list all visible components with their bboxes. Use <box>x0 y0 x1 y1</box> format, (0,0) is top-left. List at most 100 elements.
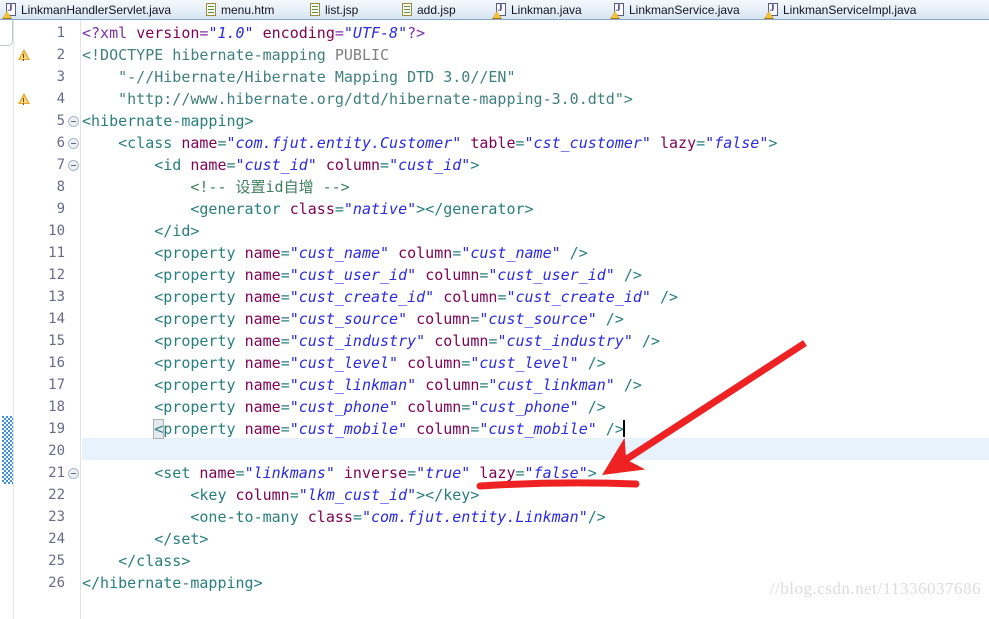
editor-tab[interactable]: menu.htm <box>200 0 284 19</box>
editor-tab-label: LinkmanHandlerServlet.java <box>21 2 172 17</box>
editor-tab[interactable]: J LinkmanService.java <box>608 0 750 19</box>
java-file-warning-icon: J <box>2 2 18 19</box>
warning-marker-icon[interactable] <box>17 92 31 106</box>
java-file-warning-icon: J <box>610 2 626 19</box>
code-token: "cst_customer" <box>524 134 651 152</box>
code-line[interactable]: <key column="lkm_cust_id"></key> <box>82 484 479 506</box>
line-number: 14 <box>48 311 65 327</box>
code-token: column <box>416 310 471 328</box>
editor-tab-label: Linkman.java <box>511 2 582 17</box>
code-line[interactable]: <?xml version="1.0" encoding="UTF-8"?> <box>82 22 425 44</box>
code-token: = <box>696 134 706 152</box>
code-line[interactable]: </class> <box>82 550 190 572</box>
editor-tab[interactable]: J LinkmanHandlerServlet.java <box>0 0 181 19</box>
line-number: 11 <box>48 245 65 261</box>
fold-collapse-icon[interactable] <box>68 138 79 149</box>
code-line[interactable]: <property name="cust_create_id" column="… <box>82 286 678 308</box>
line-number: 4 <box>56 91 65 107</box>
folding-column[interactable] <box>67 20 81 619</box>
code-token: </set> <box>82 530 209 548</box>
code-line[interactable]: <property name="cust_user_id" column="cu… <box>82 264 642 286</box>
line-number: 1 <box>56 25 65 41</box>
code-token: </hibernate-mapping> <box>82 574 263 592</box>
editor-tab[interactable]: J Linkman.java <box>490 0 592 19</box>
code-token: <property <box>82 310 245 328</box>
code-token: version <box>136 24 200 42</box>
xml-editor[interactable]: 1 2 3 4 5 6 7 8 9 10 11 12 13 14 15 16 17 18 19 20 21 22 23 24 2… <box>0 20 989 619</box>
code-line[interactable]: <class name="com.fjut.entity.Customer" t… <box>82 132 777 154</box>
editor-tab[interactable]: J LinkmanServiceImpl.java <box>762 0 926 19</box>
eclipse-editor-window: J LinkmanHandlerServlet.java menu.htm list.… <box>0 0 989 619</box>
code-line[interactable]: <id name="cust_id" column="cust_id"> <box>82 154 479 176</box>
code-token: "cust_user_id" <box>289 266 417 284</box>
code-token: <property <box>82 288 245 306</box>
code-line[interactable]: "http://www.hibernate.org/dtd/hibernate-… <box>82 88 633 110</box>
code-token: = <box>280 354 290 372</box>
line-number: 20 <box>48 443 65 459</box>
code-line[interactable]: </set> <box>82 528 208 550</box>
code-token: table <box>470 134 516 152</box>
code-line[interactable]: </hibernate-mapping> <box>82 572 263 594</box>
code-line[interactable]: <property name="cust_level" column="cust… <box>82 352 606 374</box>
code-token: <class <box>82 134 182 152</box>
code-text-area[interactable]: <?xml version="1.0" encoding="UTF-8"?> <!… <box>82 20 989 619</box>
code-line[interactable]: "-//Hibernate/Hibernate Mapping DTD 3.0/… <box>82 66 515 88</box>
code-line[interactable]: <property name="cust_mobile" column="cus… <box>82 418 625 440</box>
code-token: "cust_source" <box>289 310 408 328</box>
code-token: "cust_level" <box>289 354 399 372</box>
editor-tab-label: LinkmanService.java <box>629 2 740 17</box>
code-token: "lkm_cust_id" <box>298 486 417 504</box>
fold-collapse-icon[interactable] <box>68 160 79 171</box>
code-token: = <box>280 376 290 394</box>
editor-tab[interactable]: list.jsp <box>304 0 368 19</box>
change-bar-column <box>0 20 14 619</box>
code-line[interactable]: </id> <box>82 220 199 242</box>
line-number: 22 <box>48 487 65 503</box>
code-token: = <box>280 420 290 438</box>
code-token: "cust_mobile" <box>289 420 408 438</box>
line-number: 21 <box>48 465 65 481</box>
marker-column[interactable] <box>15 20 33 619</box>
code-token: "cust_level" <box>470 354 579 372</box>
code-line[interactable]: <property name="cust_source" column="cus… <box>82 308 624 330</box>
code-line[interactable]: <property name="cust_industry" column="c… <box>82 330 660 352</box>
fold-collapse-icon[interactable] <box>68 468 79 479</box>
code-line[interactable]: <hibernate-mapping> <box>82 110 254 132</box>
code-token: = <box>280 398 290 416</box>
code-token: lazy <box>660 134 697 152</box>
code-token: <property <box>82 398 245 416</box>
code-token: name <box>181 134 218 152</box>
code-line[interactable]: <property name="cust_name" column="cust_… <box>82 242 588 264</box>
code-line[interactable]: <set name="linkmans" inverse="true" lazy… <box>82 462 597 484</box>
editor-tab[interactable]: add.jsp <box>396 0 466 19</box>
editor-corner-notch <box>0 20 13 46</box>
code-token: /> <box>596 310 624 328</box>
code-token: <generator <box>82 200 290 218</box>
line-number: 19 <box>48 421 65 437</box>
code-token: column <box>416 420 471 438</box>
fold-collapse-icon[interactable] <box>68 116 79 127</box>
line-number: 25 <box>48 553 65 569</box>
code-token: = <box>461 398 471 416</box>
code-token: /> <box>578 398 606 416</box>
editor-tab-label: list.jsp <box>325 2 359 17</box>
line-number: 26 <box>48 575 65 591</box>
code-line[interactable]: <one-to-many class="com.fjut.entity.Link… <box>82 506 605 528</box>
code-line[interactable]: <!-- 设置id自增 --> <box>82 176 349 198</box>
code-token: name <box>244 398 281 416</box>
code-token: column <box>443 288 498 306</box>
line-number: 15 <box>48 333 65 349</box>
code-line[interactable]: <property name="cust_linkman" column="cu… <box>82 374 642 396</box>
line-number: 9 <box>56 201 65 217</box>
code-token: "cust_linkman" <box>488 376 615 394</box>
code-token: = <box>280 288 290 306</box>
code-token: = <box>515 464 525 482</box>
code-line[interactable]: <generator class="native"></generator> <box>82 198 533 220</box>
code-line[interactable]: <!DOCTYPE hibernate-mapping PUBLIC <box>82 44 389 66</box>
warning-marker-icon[interactable] <box>17 48 31 62</box>
code-line[interactable]: <property name="cust_phone" column="cust… <box>82 396 606 418</box>
code-token: "cust_linkman" <box>289 376 417 394</box>
